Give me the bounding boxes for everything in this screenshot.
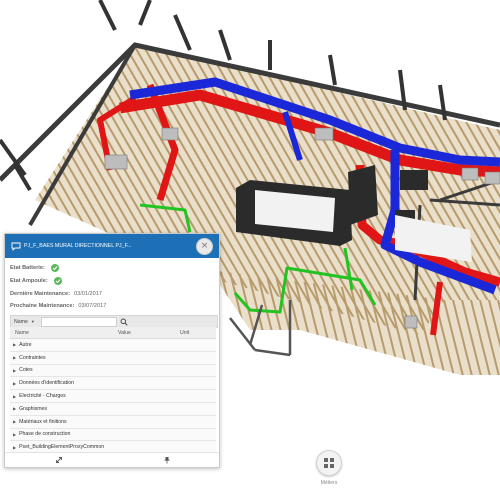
next-maintenance-label: Prochaine Maintenance: xyxy=(10,303,75,309)
check-icon xyxy=(53,277,62,285)
group-label: Graphismes xyxy=(19,405,48,412)
battery-status-row: Etat Batterie: xyxy=(10,264,59,272)
property-group-row[interactable]: ▶ Graphismes xyxy=(10,402,216,416)
property-group-row[interactable]: ▶ Données d'identification xyxy=(10,377,216,391)
bulb-status-row: Etat Ampoule: xyxy=(10,277,62,285)
close-icon: × xyxy=(200,241,209,251)
property-group-row[interactable]: ▶ Phase de construction xyxy=(10,428,216,442)
column-unit[interactable]: Unit xyxy=(180,330,189,336)
property-group-row[interactable]: ▶ Contraintes xyxy=(10,351,216,365)
next-maintenance-row: Prochaine Maintenance: 03/07/2017 xyxy=(10,303,106,309)
property-group-list: ▶ Autre ▶ Contraintes ▶ Cotes ▶ Données d'id… xyxy=(10,339,216,455)
expand-icon[interactable] xyxy=(55,456,63,464)
panel-header: PJ_F_BAES MURAL DIRECTIONNEL PJ_F... × xyxy=(5,234,219,258)
group-label: Electricité - Charges xyxy=(19,393,66,400)
check-icon xyxy=(50,264,59,272)
group-label: Données d'identification xyxy=(19,380,74,387)
property-group-row[interactable]: ▶ Matériaux et finitions xyxy=(10,415,216,429)
caret-right-icon: ▶ xyxy=(13,355,17,361)
caret-right-icon: ▶ xyxy=(13,431,17,437)
caret-right-icon: ▶ xyxy=(13,393,17,399)
group-label: Matériaux et finitions xyxy=(19,418,67,425)
filter-input[interactable] xyxy=(40,316,117,327)
last-maintenance-row: Dernière Maintenance: 03/01/2017 xyxy=(10,291,102,297)
group-label: Contraintes xyxy=(19,354,46,361)
search-icon[interactable] xyxy=(120,318,128,326)
next-maintenance-value: 03/07/2017 xyxy=(78,303,107,309)
bulb-status-label: Etat Ampoule: xyxy=(10,278,48,284)
panel-title: PJ_F_BAES MURAL DIRECTIONNEL PJ_F... xyxy=(24,243,132,249)
property-group-row[interactable]: ▶ Cotes xyxy=(10,364,216,378)
group-label: Pset_BuildingElementProxyCommon xyxy=(19,444,105,451)
filter-field-select[interactable]: Name ▼ xyxy=(14,319,35,325)
last-maintenance-value: 03/01/2017 xyxy=(74,291,102,297)
close-button[interactable]: × xyxy=(196,238,213,255)
column-value[interactable]: Value xyxy=(118,330,131,336)
grid-icon xyxy=(324,458,334,468)
pin-icon[interactable] xyxy=(163,456,171,464)
caret-right-icon: ▶ xyxy=(13,444,17,450)
caret-right-icon: ▶ xyxy=(13,342,17,348)
metiers-menu: Métiers xyxy=(314,450,344,486)
chat-icon xyxy=(11,242,21,251)
caret-right-icon: ▶ xyxy=(13,380,17,386)
filter-field-label: Name xyxy=(14,318,28,325)
chevron-down-icon: ▼ xyxy=(30,319,35,324)
table-header: Name Value Unit xyxy=(10,327,216,339)
caret-right-icon: ▶ xyxy=(13,406,17,412)
metiers-label: Métiers xyxy=(320,480,338,486)
caret-right-icon: ▶ xyxy=(13,367,17,373)
battery-status-label: Etat Batterie: xyxy=(10,265,45,271)
property-group-row[interactable]: ▶ Autre xyxy=(10,339,216,352)
property-group-row[interactable]: ▶ Electricité - Charges xyxy=(10,390,216,403)
group-label: Phase de construction xyxy=(19,431,71,438)
properties-panel: PJ_F_BAES MURAL DIRECTIONNEL PJ_F... × E… xyxy=(4,233,220,468)
caret-right-icon: ▶ xyxy=(13,419,17,425)
last-maintenance-label: Dernière Maintenance: xyxy=(10,291,70,297)
group-label: Cotes xyxy=(19,367,33,374)
metiers-button[interactable] xyxy=(316,450,342,476)
column-name[interactable]: Name xyxy=(15,330,29,336)
panel-footer xyxy=(5,452,219,467)
group-label: Autre xyxy=(19,341,32,348)
